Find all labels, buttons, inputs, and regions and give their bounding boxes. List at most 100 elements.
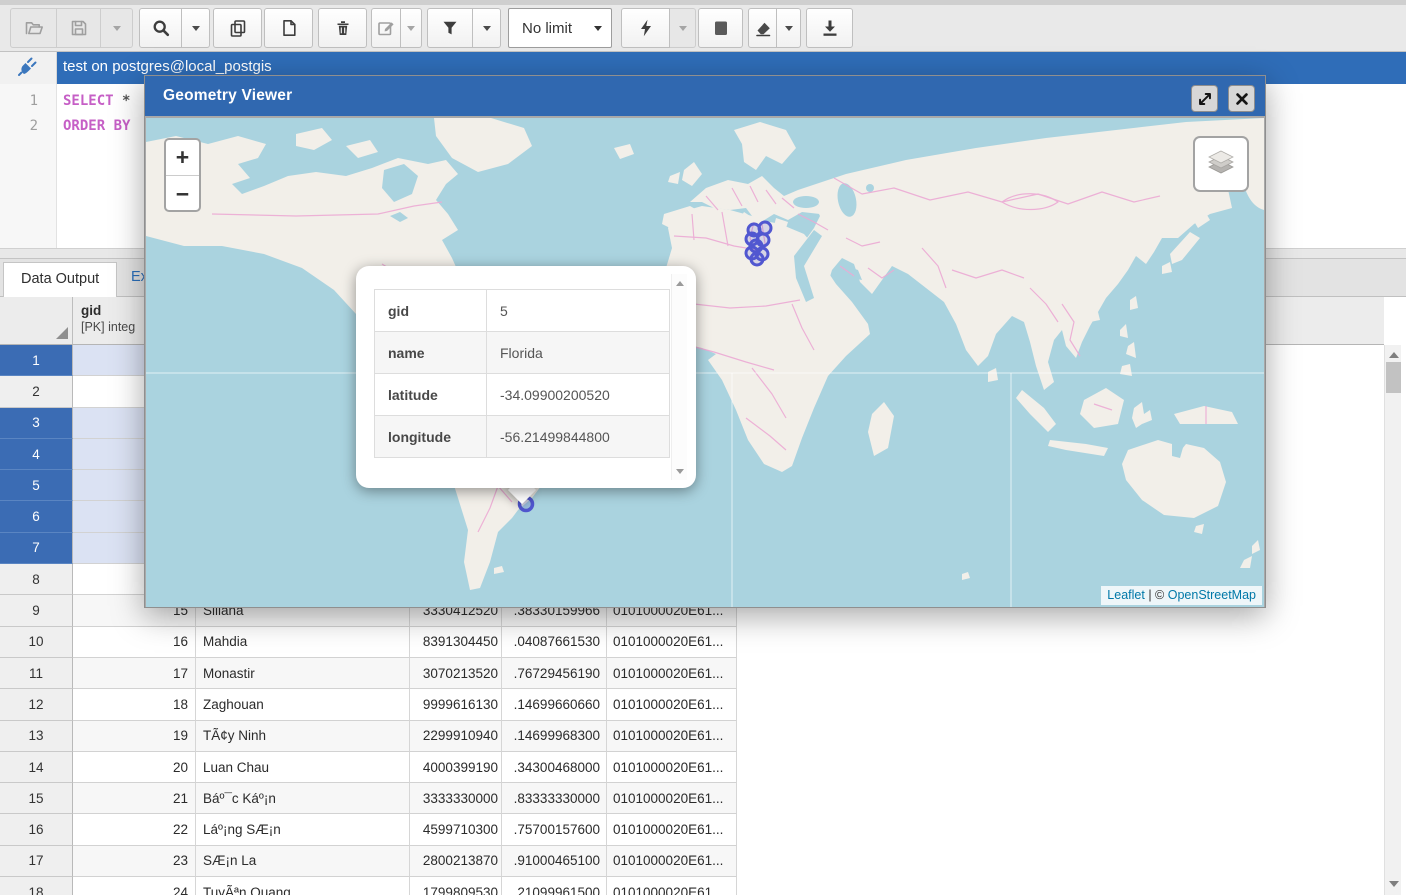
- row-number-cell[interactable]: 17: [0, 846, 73, 877]
- name-cell[interactable]: Luan Chau: [196, 752, 410, 783]
- execute-button[interactable]: [621, 8, 670, 48]
- gid-cell[interactable]: 22: [73, 814, 196, 845]
- row-number-cell[interactable]: 3: [0, 408, 73, 439]
- scrollbar-thumb[interactable]: [1386, 362, 1401, 393]
- execute-menu-button[interactable]: [670, 8, 696, 48]
- popup-scrollbar[interactable]: [671, 274, 687, 480]
- geom-cell[interactable]: 0101000020E61...: [607, 721, 737, 752]
- scroll-up-arrow[interactable]: [1385, 347, 1402, 362]
- longitude-cell[interactable]: .75700157600: [502, 814, 607, 845]
- longitude-cell[interactable]: .34300468000: [502, 752, 607, 783]
- point-marker[interactable]: [751, 253, 763, 265]
- latitude-cell[interactable]: 2800213870: [410, 846, 502, 877]
- table-row[interactable]: 11 17 Monastir 3070213520 .76729456190 0…: [0, 658, 737, 689]
- gid-cell[interactable]: 18: [73, 689, 196, 720]
- leaflet-map[interactable]: + − gid: [146, 118, 1264, 607]
- select-all-corner[interactable]: [0, 297, 73, 344]
- save-button[interactable]: [57, 8, 101, 48]
- point-marker[interactable]: [759, 222, 771, 234]
- table-row[interactable]: 13 19 TÃ¢y Ninh 2299910940 .14699968300 …: [0, 721, 737, 752]
- copy-button[interactable]: [213, 8, 262, 48]
- table-row[interactable]: 12 18 Zaghouan 9999616130 .14699660660 0…: [0, 689, 737, 720]
- name-cell[interactable]: TÃ¢y Ninh: [196, 721, 410, 752]
- row-number-cell[interactable]: 1: [0, 345, 73, 376]
- tab-data-output[interactable]: Data Output: [3, 262, 117, 297]
- popup-scroll-down-arrow[interactable]: [672, 464, 688, 478]
- table-row[interactable]: 18 24 TuyÃªn Quang 1799809530 .210999615…: [0, 877, 737, 895]
- clear-button[interactable]: [748, 8, 777, 48]
- row-number-cell[interactable]: 13: [0, 721, 73, 752]
- gid-cell[interactable]: 16: [73, 627, 196, 658]
- longitude-cell[interactable]: .91000465100: [502, 846, 607, 877]
- row-number-cell[interactable]: 14: [0, 752, 73, 783]
- latitude-cell[interactable]: 8391304450: [410, 627, 502, 658]
- row-number-cell[interactable]: 10: [0, 627, 73, 658]
- row-number-cell[interactable]: 11: [0, 658, 73, 689]
- geom-cell[interactable]: 0101000020E61...: [607, 814, 737, 845]
- dialog-titlebar[interactable]: Geometry Viewer: [145, 76, 1265, 116]
- geom-cell[interactable]: 0101000020E61...: [607, 846, 737, 877]
- longitude-cell[interactable]: .04087661530: [502, 627, 607, 658]
- latitude-cell[interactable]: 4599710300: [410, 814, 502, 845]
- longitude-cell[interactable]: .14699968300: [502, 721, 607, 752]
- download-button[interactable]: [806, 8, 853, 48]
- gid-cell[interactable]: 21: [73, 783, 196, 814]
- table-row[interactable]: 17 23 SÆ¡n La 2800213870 .91000465100 01…: [0, 846, 737, 877]
- row-number-cell[interactable]: 5: [0, 470, 73, 501]
- row-number-cell[interactable]: 6: [0, 501, 73, 532]
- table-row[interactable]: 15 21 Báº¯c Káº¡n 3333330000 .8333333000…: [0, 783, 737, 814]
- geom-cell[interactable]: 0101000020E61...: [607, 689, 737, 720]
- find-menu-button[interactable]: [182, 8, 210, 48]
- openstreetmap-link[interactable]: OpenStreetMap: [1168, 588, 1256, 602]
- edit-menu-button[interactable]: [401, 8, 422, 48]
- gid-cell[interactable]: 20: [73, 752, 196, 783]
- geom-cell[interactable]: 0101000020E61...: [607, 877, 737, 895]
- row-number-cell[interactable]: 15: [0, 783, 73, 814]
- row-limit-select[interactable]: No limit: [508, 8, 612, 48]
- name-cell[interactable]: Báº¯c Káº¡n: [196, 783, 410, 814]
- filter-button[interactable]: [427, 8, 473, 48]
- longitude-cell[interactable]: .21099961500: [502, 877, 607, 895]
- stop-button[interactable]: [698, 8, 743, 48]
- save-menu-button[interactable]: [101, 8, 133, 48]
- gid-cell[interactable]: 17: [73, 658, 196, 689]
- row-number-cell[interactable]: 2: [0, 376, 73, 407]
- row-number-cell[interactable]: 4: [0, 439, 73, 470]
- find-button[interactable]: [139, 8, 182, 48]
- latitude-cell[interactable]: 3333330000: [410, 783, 502, 814]
- table-row[interactable]: 14 20 Luan Chau 4000399190 .34300468000 …: [0, 752, 737, 783]
- row-number-cell[interactable]: 12: [0, 689, 73, 720]
- close-button[interactable]: [1228, 85, 1255, 112]
- open-file-button[interactable]: [10, 8, 57, 48]
- latitude-cell[interactable]: 9999616130: [410, 689, 502, 720]
- name-cell[interactable]: Láº¡ng SÆ¡n: [196, 814, 410, 845]
- name-cell[interactable]: Mahdia: [196, 627, 410, 658]
- name-cell[interactable]: TuyÃªn Quang: [196, 877, 410, 895]
- paste-button[interactable]: [264, 8, 313, 48]
- delete-row-button[interactable]: [318, 8, 367, 48]
- row-number-cell[interactable]: 9: [0, 595, 73, 626]
- clear-menu-button[interactable]: [777, 8, 801, 48]
- filter-menu-button[interactable]: [473, 8, 501, 48]
- grid-vertical-scrollbar[interactable]: [1384, 345, 1401, 895]
- leaflet-link[interactable]: Leaflet: [1107, 588, 1145, 602]
- zoom-in-button[interactable]: +: [166, 140, 199, 176]
- maximize-button[interactable]: [1191, 85, 1218, 112]
- geom-cell[interactable]: 0101000020E61...: [607, 627, 737, 658]
- name-cell[interactable]: SÆ¡n La: [196, 846, 410, 877]
- name-cell[interactable]: Monastir: [196, 658, 410, 689]
- latitude-cell[interactable]: 4000399190: [410, 752, 502, 783]
- popup-scroll-up-arrow[interactable]: [672, 276, 688, 290]
- latitude-cell[interactable]: 2299910940: [410, 721, 502, 752]
- edit-button[interactable]: [371, 8, 401, 48]
- name-cell[interactable]: Zaghouan: [196, 689, 410, 720]
- longitude-cell[interactable]: .83333330000: [502, 783, 607, 814]
- longitude-cell[interactable]: .14699660660: [502, 689, 607, 720]
- table-row[interactable]: 16 22 Láº¡ng SÆ¡n 4599710300 .7570015760…: [0, 814, 737, 845]
- row-number-cell[interactable]: 7: [0, 533, 73, 564]
- geom-cell[interactable]: 0101000020E61...: [607, 658, 737, 689]
- gid-cell[interactable]: 24: [73, 877, 196, 895]
- layers-control[interactable]: [1193, 136, 1249, 192]
- row-number-cell[interactable]: 8: [0, 564, 73, 595]
- gid-cell[interactable]: 19: [73, 721, 196, 752]
